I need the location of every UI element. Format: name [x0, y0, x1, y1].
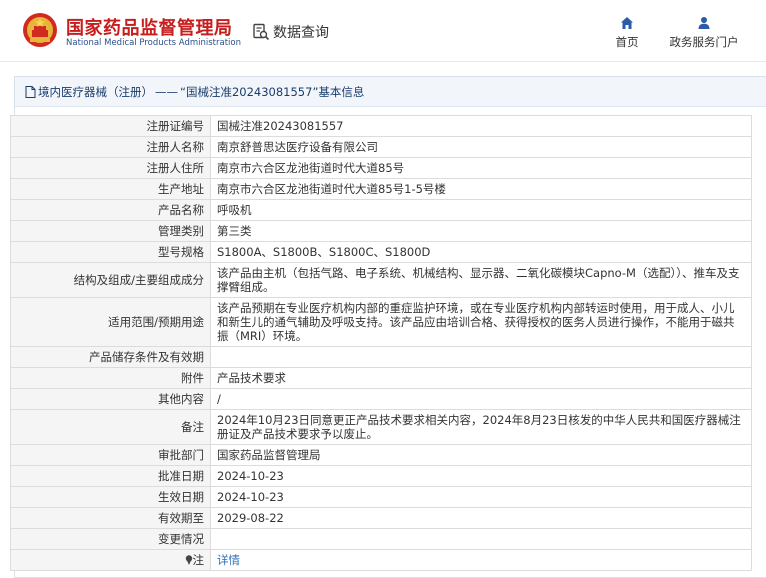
field-value: 国家药品监督管理局 — [210, 444, 752, 466]
field-value — [210, 528, 752, 550]
table-row: 注册证编号 国械注准20243081557 — [10, 115, 752, 137]
table-row: 变更情况 — [10, 528, 752, 550]
field-value: 第三类 — [210, 220, 752, 242]
nav-service-portal[interactable]: 政务服务门户 — [664, 16, 744, 50]
field-label: 审批部门 — [10, 444, 211, 466]
table-row: 生产地址 南京市六合区龙池街道时代大道85号1-5号楼 — [10, 178, 752, 200]
user-icon — [698, 17, 710, 29]
table-row: 有效期至 2029-08-22 — [10, 507, 752, 529]
table-row: 其他内容 / — [10, 388, 752, 410]
table-row: 注册人住所 南京市六合区龙池街道时代大道85号 — [10, 157, 752, 179]
field-label-note: 注 — [10, 549, 211, 571]
field-label: 生产地址 — [10, 178, 211, 200]
table-row: 管理类别 第三类 — [10, 220, 752, 242]
breadcrumb-category[interactable]: 境内医疗器械（注册） — [38, 77, 153, 107]
field-value: 详情 — [210, 549, 752, 571]
field-label: 适用范围/预期用途 — [10, 297, 211, 347]
nav-service-label: 政务服务门户 — [669, 35, 739, 49]
site-title[interactable]: 国家药品监督管理局 — [66, 14, 233, 40]
field-label: 注册人住所 — [10, 157, 211, 179]
breadcrumb: 境内医疗器械（注册） —— “国械注准20243081557”基本信息 — [15, 77, 766, 107]
site-title-english: National Medical Products Administration — [66, 38, 241, 48]
field-label: 产品储存条件及有效期 — [10, 346, 211, 368]
document-search-icon — [253, 23, 270, 41]
field-value: 呼吸机 — [210, 199, 752, 221]
national-emblem-logo[interactable] — [22, 12, 58, 48]
field-label: 批准日期 — [10, 465, 211, 487]
details-link[interactable]: 详情 — [217, 553, 240, 567]
table-row: 注 详情 — [10, 549, 752, 571]
field-value: 2024-10-23 — [210, 486, 752, 508]
site-header: 国家药品监督管理局 National Medical Products Admi… — [0, 0, 766, 62]
note-label: 注 — [192, 553, 205, 567]
field-value: 2029-08-22 — [210, 507, 752, 529]
table-row: 产品储存条件及有效期 — [10, 346, 752, 368]
field-label: 产品名称 — [10, 199, 211, 221]
table-row: 备注 2024年10月23日同意更正产品技术要求相关内容，2024年8月23日核发… — [10, 409, 752, 445]
table-row: 生效日期 2024-10-23 — [10, 486, 752, 508]
table-row: 批准日期 2024-10-23 — [10, 465, 752, 487]
table-row: 审批部门 国家药品监督管理局 — [10, 444, 752, 466]
field-value: 南京市六合区龙池街道时代大道85号 — [210, 157, 752, 179]
field-label: 备注 — [10, 409, 211, 445]
field-value: 该产品由主机（包括气路、电子系统、机械结构、显示器、二氧化碳模块Capno-M（… — [210, 262, 752, 298]
field-value: 南京市六合区龙池街道时代大道85号1-5号楼 — [210, 178, 752, 200]
field-label: 型号规格 — [10, 241, 211, 263]
breadcrumb-detail: “国械注准20243081557”基本信息 — [180, 84, 365, 99]
table-row: 适用范围/预期用途 该产品预期在专业医疗机构内部的重症监护环境，或在专业医疗机构内… — [10, 297, 752, 347]
field-value: 2024-10-23 — [210, 465, 752, 487]
table-row: 附件 产品技术要求 — [10, 367, 752, 389]
nav-home-label: 首页 — [615, 35, 639, 49]
table-row: 结构及组成/主要组成成分 该产品由主机（包括气路、电子系统、机械结构、显示器、二氧… — [10, 262, 752, 298]
home-icon — [621, 17, 633, 29]
table-row: 产品名称 呼吸机 — [10, 199, 752, 221]
field-value: 2024年10月23日同意更正产品技术要求相关内容，2024年8月23日核发的中… — [210, 409, 752, 445]
field-label: 管理类别 — [10, 220, 211, 242]
table-row: 注册人名称 南京舒普思达医疗设备有限公司 — [10, 136, 752, 158]
registration-info-table: 注册证编号 国械注准20243081557 注册人名称 南京舒普思达医疗设备有限公司… — [10, 115, 752, 571]
breadcrumb-separator: —— — [155, 84, 178, 99]
field-value: 该产品预期在专业医疗机构内部的重症监护环境，或在专业医疗机构内部转运时使用，用于… — [210, 297, 752, 347]
field-label: 生效日期 — [10, 486, 211, 508]
data-query-link[interactable]: 数据查询 — [252, 22, 329, 42]
field-label: 注册证编号 — [10, 115, 211, 137]
field-label: 注册人名称 — [10, 136, 211, 158]
field-value: 国械注准20243081557 — [210, 115, 752, 137]
field-value: 南京舒普思达医疗设备有限公司 — [210, 136, 752, 158]
data-query-label: 数据查询 — [273, 25, 329, 41]
field-value — [210, 346, 752, 368]
field-label: 有效期至 — [10, 507, 211, 529]
pin-icon — [185, 555, 192, 565]
table-row: 型号规格 S1800A、S1800B、S1800C、S1800D — [10, 241, 752, 263]
field-value: 产品技术要求 — [210, 367, 752, 389]
field-value: / — [210, 388, 752, 410]
field-value: S1800A、S1800B、S1800C、S1800D — [210, 241, 752, 263]
field-label: 附件 — [10, 367, 211, 389]
field-label: 其他内容 — [10, 388, 211, 410]
field-label: 变更情况 — [10, 528, 211, 550]
field-label: 结构及组成/主要组成成分 — [10, 262, 211, 298]
document-icon — [25, 85, 36, 98]
nav-home[interactable]: 首页 — [612, 16, 642, 50]
